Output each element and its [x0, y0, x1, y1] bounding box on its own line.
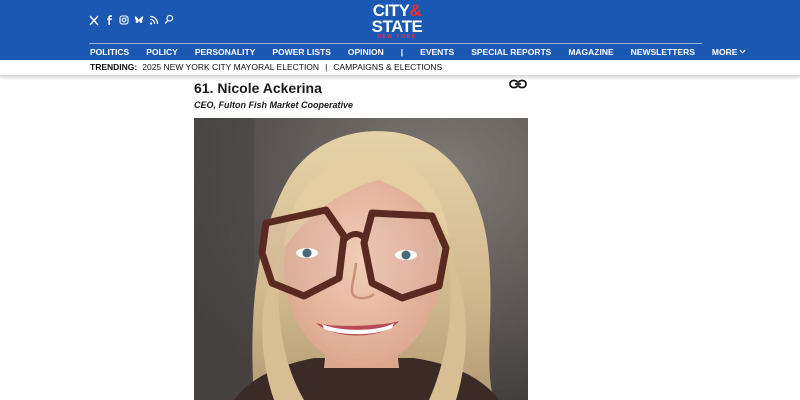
nav-item-newsletters[interactable]: NEWSLETTERS — [631, 47, 695, 57]
trending-link-mayoral-election[interactable]: 2025 NEW YORK CITY MAYORAL ELECTION — [142, 62, 319, 72]
trending-separator: | — [325, 62, 328, 72]
site-header: CITY& STATE NEW YORK — [0, 0, 800, 44]
search-icon[interactable] — [164, 14, 174, 26]
nav-item-policy[interactable]: POLICY — [146, 47, 178, 57]
portrait-photo — [194, 118, 528, 400]
rss-icon[interactable] — [149, 14, 159, 26]
site-logo[interactable]: CITY& STATE NEW YORK — [371, 2, 423, 41]
nav-item-magazine[interactable]: MAGAZINE — [568, 47, 613, 57]
nav-item-opinion[interactable]: OPINION — [348, 47, 384, 57]
bluesky-icon[interactable] — [134, 14, 144, 26]
x-icon[interactable] — [89, 14, 99, 26]
nav-separator: | — [400, 46, 404, 57]
chevron-down-icon — [739, 49, 747, 54]
nav-more-label: MORE — [711, 46, 738, 57]
instagram-icon[interactable] — [119, 14, 129, 26]
trending-link-campaigns[interactable]: CAMPAIGNS & ELECTIONS — [333, 62, 442, 72]
trending-bar: TRENDING: 2025 NEW YORK CITY MAYORAL ELE… — [0, 60, 800, 76]
main-nav: POLITICS POLICY PERSONALITY POWER LISTS … — [0, 44, 800, 60]
nav-item-events[interactable]: EVENTS — [420, 47, 454, 57]
copy-link-icon[interactable] — [509, 77, 527, 89]
nav-item-power-lists[interactable]: POWER LISTS — [272, 47, 331, 57]
nav-item-more[interactable]: MORE — [712, 47, 747, 57]
facebook-icon[interactable] — [104, 14, 114, 26]
nav-item-politics[interactable]: POLITICS — [90, 47, 129, 57]
trending-label: TRENDING: — [90, 62, 138, 72]
logo-line-2: STATE — [371, 17, 423, 36]
logo-line-3: NEW YORK — [377, 34, 417, 40]
article-subtitle: CEO, Fulton Fish Market Cooperative — [194, 100, 354, 110]
nav-item-special-reports[interactable]: SPECIAL REPORTS — [471, 47, 551, 57]
nav-item-personality[interactable]: PERSONALITY — [195, 47, 255, 57]
social-links — [89, 14, 174, 26]
article-title: 61. Nicole Ackerina — [194, 80, 322, 96]
